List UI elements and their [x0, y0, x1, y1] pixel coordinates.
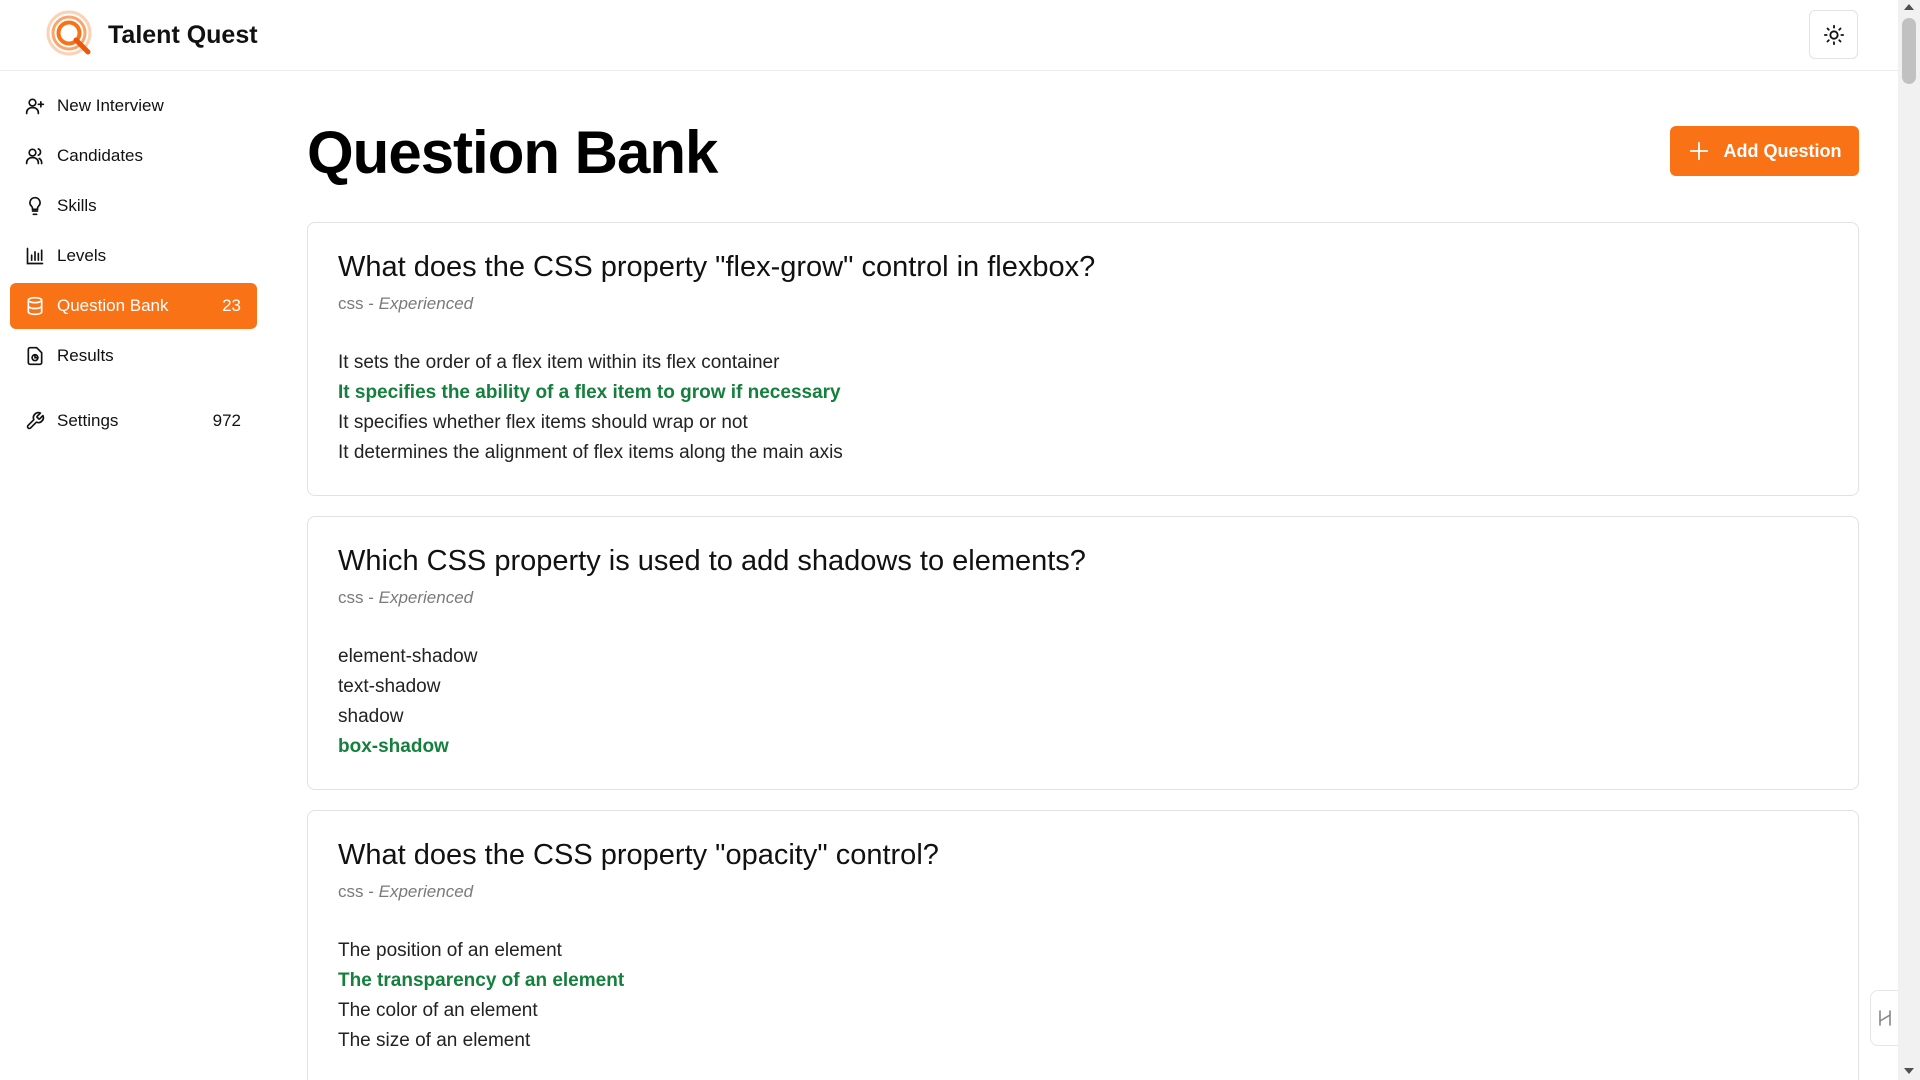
sidebar-item-label: Results	[57, 346, 114, 365]
sidebar-item-candidates[interactable]: Candidates	[10, 133, 257, 179]
question-level: Experienced	[378, 294, 474, 313]
answer-option-correct: box-shadow	[338, 736, 449, 757]
question-card[interactable]: What does the CSS property "flex-grow" c…	[307, 222, 1859, 496]
sidebar: New Interview Candidates Skills Levels Q…	[10, 83, 257, 448]
question-level: Experienced	[378, 882, 474, 901]
sidebar-item-results[interactable]: Results	[10, 333, 257, 379]
question-skill: css	[338, 294, 364, 313]
add-question-label: Add Question	[1723, 140, 1842, 161]
question-count-badge: 23	[222, 296, 241, 315]
plus-icon	[1688, 140, 1710, 162]
meta-separator: -	[363, 882, 379, 901]
magnifier-logo-icon	[46, 10, 92, 56]
sidebar-item-label: Question Bank	[57, 296, 169, 315]
page-title: Question Bank	[307, 119, 718, 186]
file-chart-icon	[24, 345, 46, 367]
sidebar-item-skills[interactable]: Skills	[10, 183, 257, 229]
sidebar-item-new-interview[interactable]: New Interview	[10, 83, 257, 129]
answer-option: The size of an element	[338, 1030, 531, 1051]
settings-count: 972	[212, 411, 241, 430]
answer-option: element-shadow	[338, 646, 478, 667]
answer-option: text-shadow	[338, 676, 441, 697]
answer-option: The color of an element	[338, 1000, 538, 1021]
vertical-scrollbar[interactable]	[1898, 0, 1920, 1080]
question-level: Experienced	[378, 588, 474, 607]
sidebar-item-label: Settings	[57, 411, 119, 430]
question-meta: css - Experienced	[338, 882, 1828, 902]
sidebar-item-label: Candidates	[57, 146, 144, 165]
question-card[interactable]: What does the CSS property "opacity" con…	[307, 810, 1859, 1080]
question-meta: css - Experienced	[338, 588, 1828, 608]
sun-icon	[1823, 24, 1844, 45]
scroll-down-arrow-icon[interactable]	[1904, 1068, 1914, 1074]
question-title: Which CSS property is used to add shadow…	[338, 545, 1086, 577]
brand[interactable]: Talent Quest	[46, 10, 258, 60]
add-question-button[interactable]: Add Question	[1670, 126, 1859, 176]
database-icon	[24, 295, 46, 317]
users-icon	[24, 145, 46, 167]
answer-option: shadow	[338, 706, 404, 727]
scrollbar-thumb[interactable]	[1902, 18, 1916, 84]
scroll-up-arrow-icon[interactable]	[1904, 4, 1914, 10]
devtools-icon	[1878, 1010, 1891, 1026]
answer-option: It specifies whether flex items should w…	[338, 412, 748, 433]
question-meta: css - Experienced	[338, 294, 1828, 314]
answer-option: The position of an element	[338, 940, 562, 961]
question-title: What does the CSS property "opacity" con…	[338, 839, 939, 871]
sidebar-item-levels[interactable]: Levels	[10, 233, 257, 279]
meta-separator: -	[363, 588, 379, 607]
sidebar-item-label: Levels	[57, 246, 107, 265]
top-header: Talent Quest	[0, 0, 1898, 71]
question-title: What does the CSS property "flex-grow" c…	[338, 251, 1096, 283]
sidebar-item-label: New Interview	[57, 96, 164, 115]
answer-list: The position of an element The transpare…	[338, 936, 1828, 1056]
question-card[interactable]: Which CSS property is used to add shadow…	[307, 516, 1859, 790]
answer-list: element-shadow text-shadow shadow box-sh…	[338, 642, 1828, 762]
question-skill: css	[338, 882, 364, 901]
answer-option-correct: It specifies the ability of a flex item …	[338, 382, 841, 403]
question-skill: css	[338, 588, 364, 607]
sidebar-item-question-bank[interactable]: Question Bank 23	[10, 283, 257, 329]
answer-option: It sets the order of a flex item within …	[338, 352, 780, 373]
app-name: Talent Quest	[108, 20, 258, 49]
sidebar-item-label: Skills	[57, 196, 97, 215]
answer-option: It determines the alignment of flex item…	[338, 442, 843, 463]
floating-devtools-tab[interactable]	[1870, 990, 1898, 1046]
answer-option-correct: The transparency of an element	[338, 970, 625, 991]
answer-list: It sets the order of a flex item within …	[338, 348, 1828, 468]
theme-toggle-button[interactable]	[1809, 10, 1858, 59]
wrench-icon	[24, 410, 46, 432]
lightbulb-icon	[24, 195, 46, 217]
bar-chart-icon	[24, 245, 46, 267]
meta-separator: -	[363, 294, 379, 313]
user-plus-icon	[24, 95, 46, 117]
sidebar-item-settings[interactable]: Settings 972	[10, 398, 257, 444]
